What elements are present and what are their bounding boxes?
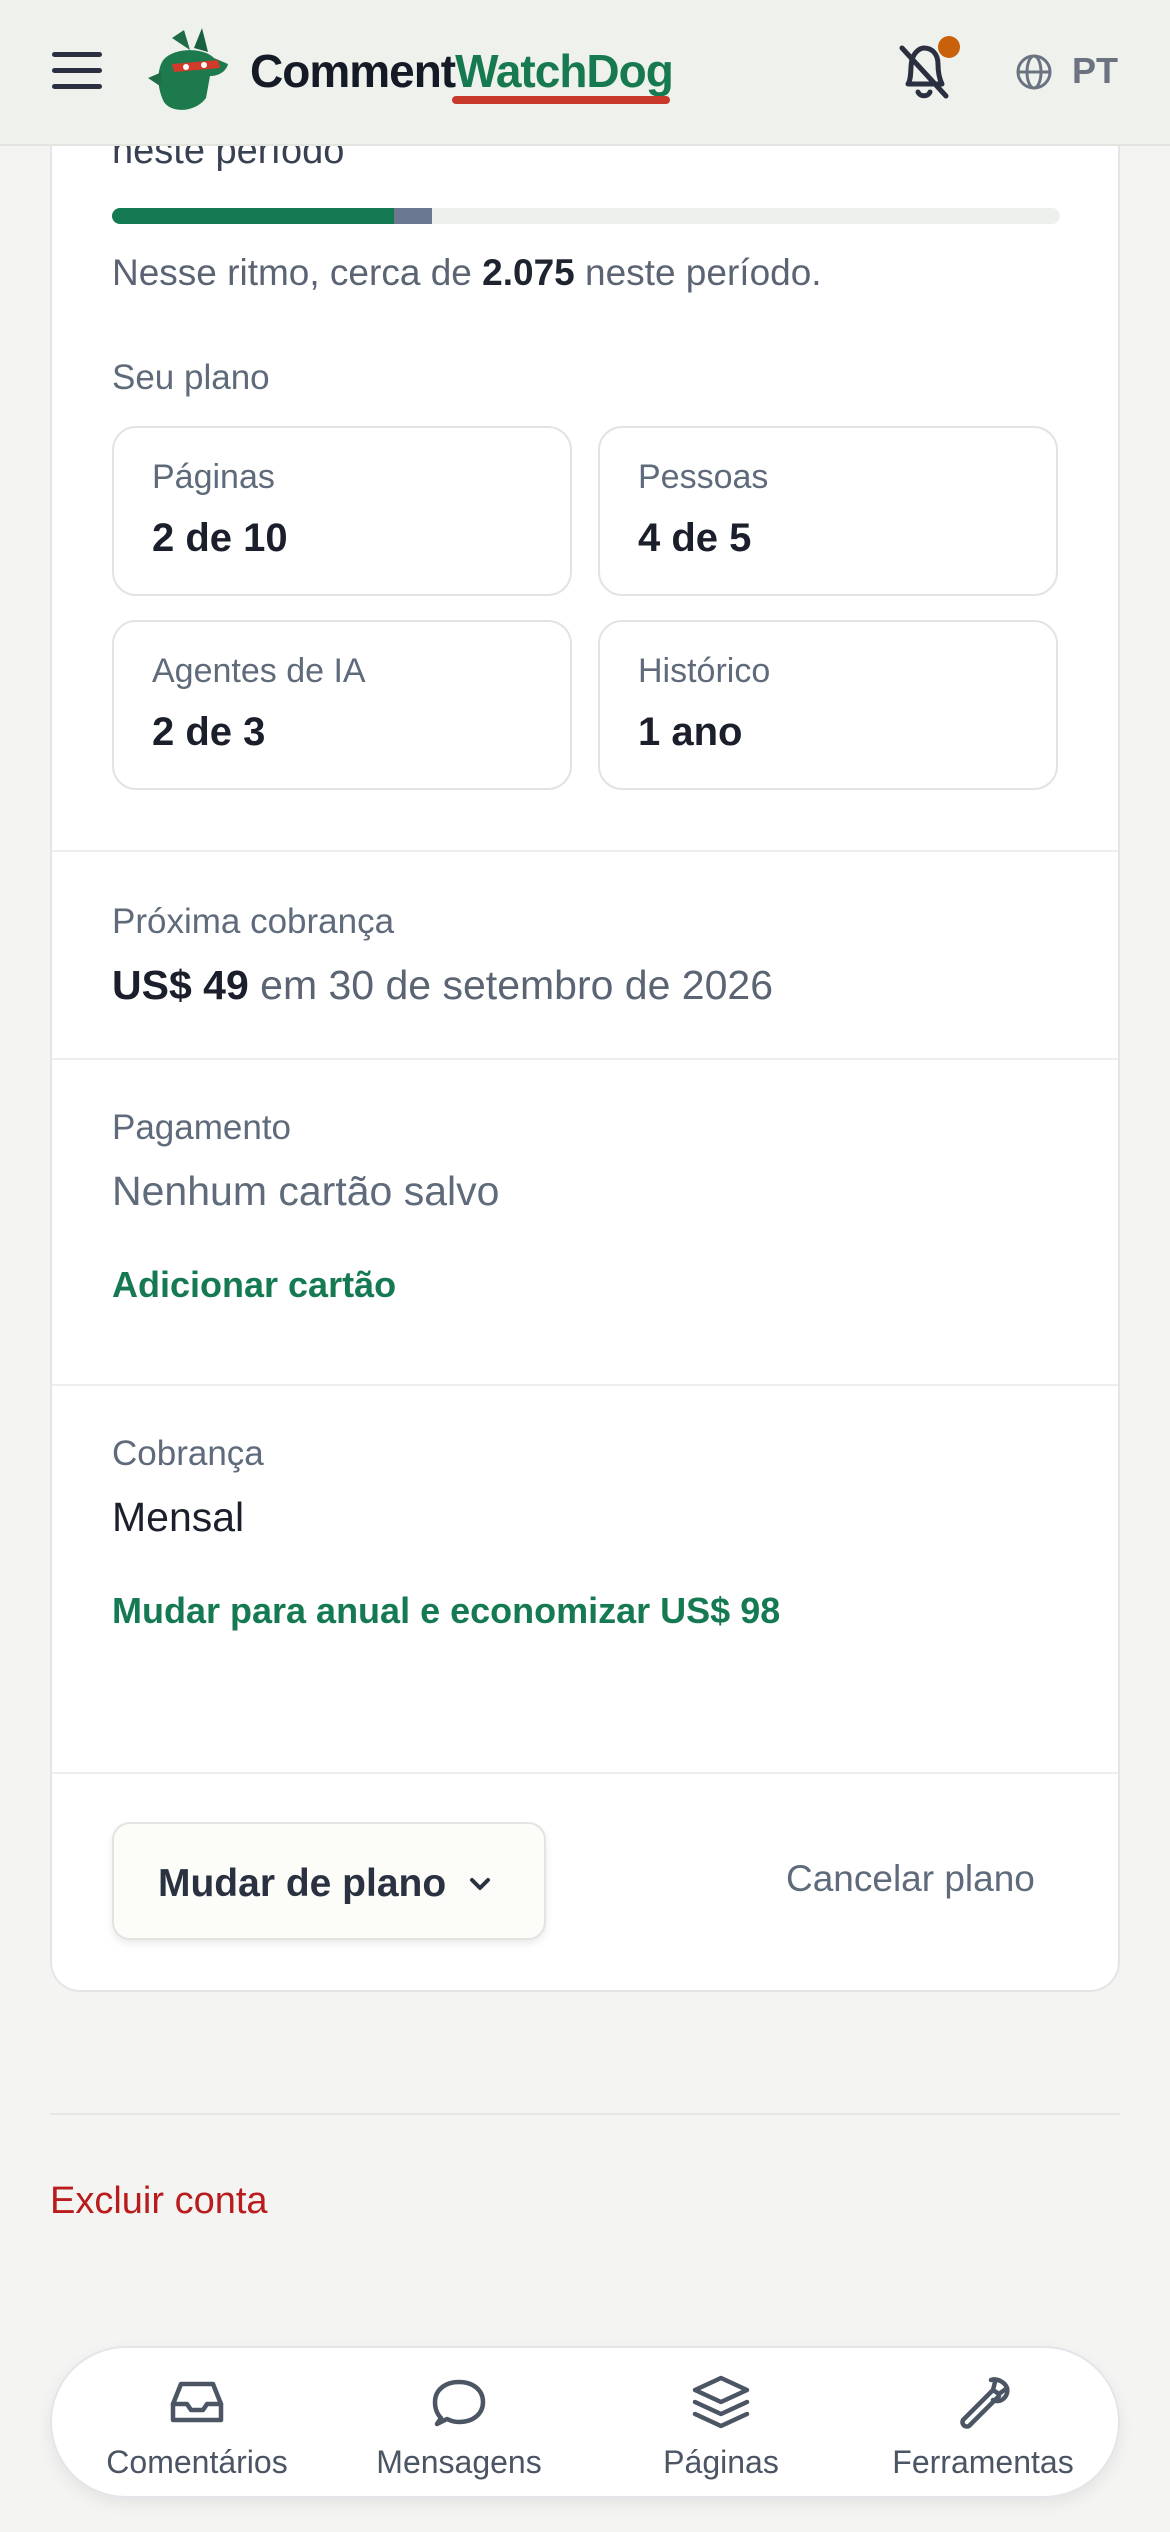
billing-cycle-value: Mensal xyxy=(112,1494,245,1540)
chat-bubble-icon xyxy=(432,2379,486,2427)
section-divider xyxy=(52,850,1118,852)
chevron-down-icon xyxy=(470,1878,490,1890)
brand-name: CommentWatchDog xyxy=(250,45,674,97)
section-divider xyxy=(52,1384,1118,1386)
section-divider xyxy=(52,1772,1118,1774)
language-selector[interactable]: PT xyxy=(1072,50,1118,92)
danger-zone-divider xyxy=(50,2113,1120,2115)
plan-tile-ai-agents: Agentes de IA 2 de 3 xyxy=(112,620,572,790)
nav-item-comments[interactable]: Comentários xyxy=(66,2348,328,2500)
watchdog-logo[interactable] xyxy=(142,28,232,114)
next-charge-value: US$ 49 em 30 de setembro de 2026 xyxy=(112,962,773,1008)
billing-card: neste período Nesse ritmo, cerca de 2.07… xyxy=(50,100,1120,1992)
next-charge-label: Próxima cobrança xyxy=(112,902,395,941)
plan-tile-pages: Páginas 2 de 10 xyxy=(112,426,572,596)
nav-item-pages[interactable]: Páginas xyxy=(590,2348,852,2500)
change-plan-button[interactable]: Mudar de plano xyxy=(112,1822,546,1940)
top-app-bar: CommentWatchDog PT xyxy=(0,0,1170,146)
add-card-link[interactable]: Adicionar cartão xyxy=(112,1264,396,1306)
globe-icon[interactable] xyxy=(1014,52,1054,92)
brand-underline xyxy=(452,96,670,104)
bottom-navigation: Comentários Mensagens Páginas Ferramenta… xyxy=(50,2346,1120,2498)
wrench-icon xyxy=(960,2377,1010,2429)
cancel-plan-button[interactable]: Cancelar plano xyxy=(786,1858,1035,1900)
payment-label: Pagamento xyxy=(112,1108,292,1147)
delete-account-button[interactable]: Excluir conta xyxy=(50,2180,268,2223)
switch-annual-link[interactable]: Mudar para anual e economizar US$ 98 xyxy=(112,1590,780,1632)
plan-tile-people: Pessoas 4 de 5 xyxy=(598,426,1058,596)
nav-item-tools[interactable]: Ferramentas xyxy=(852,2348,1114,2500)
usage-pace-text: Nesse ritmo, cerca de 2.075 neste períod… xyxy=(112,252,822,293)
section-divider xyxy=(52,1058,1118,1060)
usage-progress-bar xyxy=(112,208,1060,224)
usage-progress-projected xyxy=(393,208,433,224)
payment-value: Nenhum cartão salvo xyxy=(112,1168,500,1214)
layers-icon xyxy=(692,2375,750,2429)
notification-dot xyxy=(938,36,960,58)
inbox-icon xyxy=(170,2381,224,2423)
plan-tile-history: Histórico 1 ano xyxy=(598,620,1058,790)
menu-icon[interactable] xyxy=(52,52,102,92)
nav-item-messages[interactable]: Mensagens xyxy=(328,2348,590,2500)
plan-label: Seu plano xyxy=(112,358,270,397)
usage-progress-used xyxy=(112,208,394,224)
billing-cycle-label: Cobrança xyxy=(112,1434,264,1473)
